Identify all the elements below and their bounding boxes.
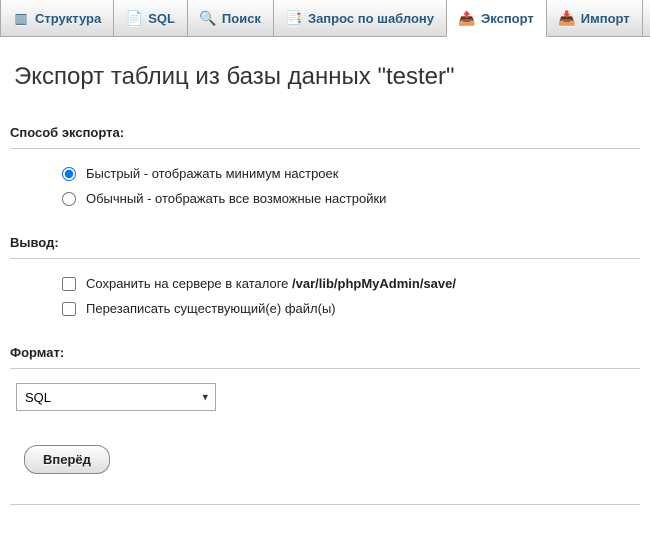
method-option-1[interactable]: Обычный - отображать все возможные настр…: [62, 186, 640, 211]
tab-label: Поиск: [222, 11, 261, 26]
divider: [10, 148, 640, 149]
method-label: Обычный - отображать все возможные настр…: [86, 191, 386, 206]
search-icon: 🔍: [200, 10, 216, 26]
format-select[interactable]: SQL: [16, 383, 216, 411]
method-option-0[interactable]: Быстрый - отображать минимум настроек: [62, 161, 640, 186]
output-section-title: Вывод:: [10, 221, 640, 256]
page-title: Экспорт таблиц из базы данных "tester": [0, 37, 650, 111]
format-section-title: Формат:: [10, 331, 640, 366]
tab-search[interactable]: 🔍 Поиск: [188, 0, 274, 36]
tab-label: SQL: [148, 11, 175, 26]
format-select-wrap: SQL: [16, 383, 216, 411]
method-label: Быстрый - отображать минимум настроек: [86, 166, 338, 181]
structure-icon: ▥: [13, 10, 29, 26]
save-on-server-label: Сохранить на сервере в каталоге /var/lib…: [86, 276, 456, 291]
tab-label: Импорт: [581, 11, 630, 26]
tab-label: Запрос по шаблону: [308, 11, 434, 26]
overwrite-option[interactable]: Перезаписать существующий(е) файл(ы): [62, 296, 640, 321]
export-icon: 📤: [459, 10, 475, 26]
export-form: Способ экспорта: Быстрый - отображать ми…: [0, 111, 650, 535]
tab-label: Структура: [35, 11, 101, 26]
method-radio-1[interactable]: [62, 192, 76, 206]
divider: [10, 504, 640, 505]
method-section-title: Способ экспорта:: [10, 111, 640, 146]
tab-bar: ▥ Структура 📄 SQL 🔍 Поиск 📑 Запрос по шаблону 📤 Э…: [0, 0, 650, 37]
divider: [10, 368, 640, 369]
save-label-prefix: Сохранить на сервере в каталоге: [86, 276, 292, 291]
query-icon: 📑: [286, 10, 302, 26]
tab-export[interactable]: 📤 Экспорт: [447, 0, 547, 37]
import-icon: 📥: [559, 10, 575, 26]
tab-structure[interactable]: ▥ Структура: [0, 0, 114, 36]
overwrite-label: Перезаписать существующий(е) файл(ы): [86, 301, 336, 316]
overwrite-checkbox[interactable]: [62, 302, 76, 316]
tab-query[interactable]: 📑 Запрос по шаблону: [274, 0, 447, 36]
method-options: Быстрый - отображать минимум настроек Обы…: [10, 157, 640, 221]
divider: [10, 258, 640, 259]
tab-import[interactable]: 📥 Импорт: [547, 0, 643, 36]
save-on-server-checkbox[interactable]: [62, 277, 76, 291]
method-radio-0[interactable]: [62, 167, 76, 181]
tab-sql[interactable]: 📄 SQL: [114, 0, 188, 36]
output-options: Сохранить на сервере в каталоге /var/lib…: [10, 267, 640, 331]
save-on-server-option[interactable]: Сохранить на сервере в каталоге /var/lib…: [62, 271, 640, 296]
save-path: /var/lib/phpMyAdmin/save/: [292, 276, 456, 291]
sql-icon: 📄: [126, 10, 142, 26]
tab-label: Экспорт: [481, 11, 534, 26]
submit-button[interactable]: Вперёд: [24, 445, 110, 474]
